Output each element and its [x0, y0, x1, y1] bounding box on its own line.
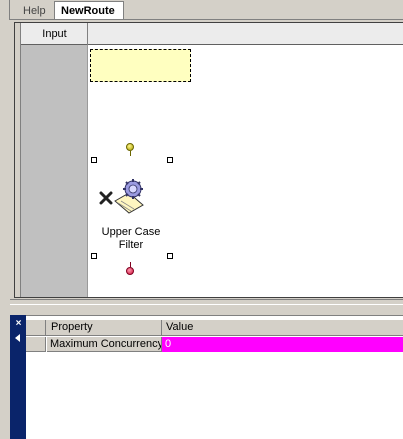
selection-handle-top-right[interactable] — [167, 157, 173, 163]
collapse-arrow-icon[interactable] — [15, 334, 20, 342]
column-header-value[interactable]: Value — [162, 320, 403, 336]
tab-help[interactable]: Help — [17, 3, 53, 20]
route-canvas[interactable]: Input Upper Case Filter — [14, 22, 403, 298]
input-pin-stem — [130, 151, 131, 156]
property-name[interactable]: Maximum Concurrency — [47, 337, 162, 352]
lane-header-input[interactable]: Input — [22, 23, 88, 45]
lane-header-corner — [15, 23, 21, 45]
row-gutter — [26, 337, 46, 352]
selection-handle-top-left[interactable] — [91, 157, 97, 163]
panel-splitter[interactable] — [10, 299, 403, 305]
property-value-field[interactable]: 0 — [162, 337, 403, 352]
close-icon[interactable]: × — [14, 319, 23, 329]
column-header-property[interactable]: Property — [47, 320, 162, 336]
properties-header: Property Value — [26, 320, 403, 336]
filter-gear-icon[interactable] — [99, 179, 151, 219]
tab-strip-left-edge — [0, 0, 10, 20]
output-pin-icon[interactable] — [126, 267, 134, 275]
properties-grid: Property Value Maximum Concurrency 0 — [26, 315, 403, 439]
selection-handle-bottom-left[interactable] — [91, 253, 97, 259]
selection-handle-bottom-right[interactable] — [167, 253, 173, 259]
input-lane[interactable] — [21, 45, 88, 297]
comment-note[interactable] — [90, 49, 191, 82]
input-pin-icon[interactable] — [126, 143, 134, 151]
lane-header: Input — [15, 23, 403, 45]
component-label[interactable]: Upper Case Filter — [95, 226, 167, 252]
property-row[interactable]: Maximum Concurrency 0 — [26, 337, 403, 352]
tab-newroute[interactable]: NewRoute — [54, 1, 124, 20]
header-gutter — [26, 320, 46, 336]
tab-strip: Help NewRoute — [0, 0, 403, 20]
tab-underline — [10, 19, 403, 20]
